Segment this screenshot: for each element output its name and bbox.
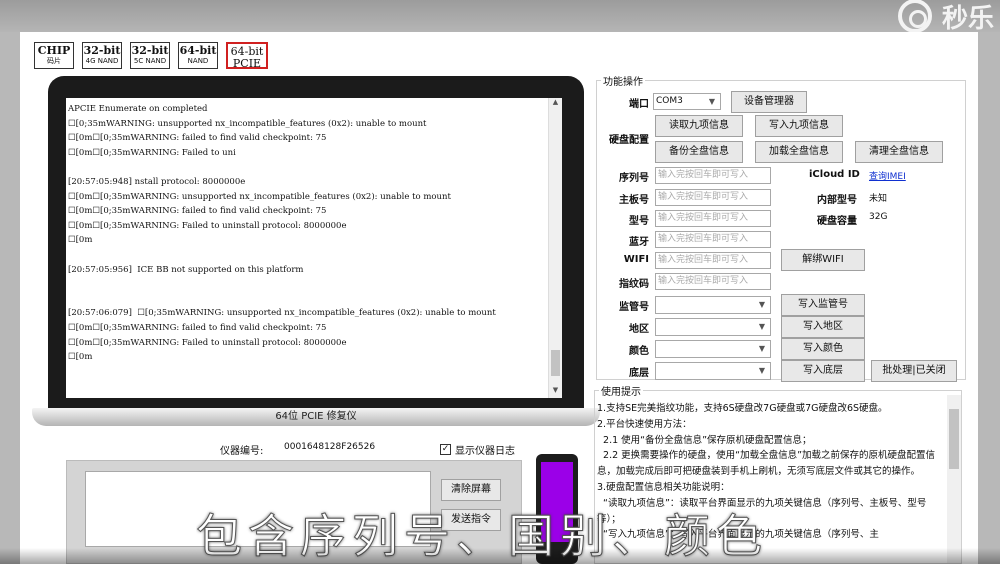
field-label-wifi: WIFI — [623, 254, 649, 265]
port-select-value: COM3 — [656, 96, 683, 106]
chip-option-chip[interactable]: CHIP 码片 — [34, 42, 74, 69]
color-select[interactable]: ▼ — [655, 340, 771, 358]
capacity-label: 硬盘容量 — [817, 216, 857, 227]
terminal-log[interactable]: APCIE Enumerate on completed ☐[0;35mWARN… — [66, 98, 562, 398]
chip-option-title: 32-bit — [83, 44, 121, 57]
chevron-down-icon: ▼ — [758, 344, 766, 353]
chip-option-subtitle: PCIE — [232, 57, 262, 70]
bluetooth-input[interactable]: 输入完按回车即可写入 — [655, 231, 771, 248]
internal-model-value: 未知 — [869, 194, 888, 204]
load-all-button[interactable]: 加载全盘信息 — [755, 141, 843, 163]
device-manager-button[interactable]: 设备管理器 — [731, 91, 807, 113]
board-input[interactable]: 输入完按回车即可写入 — [655, 189, 771, 206]
internal-model-label: 内部型号 — [817, 195, 857, 206]
serial-input[interactable]: 输入完按回车即可写入 — [655, 167, 771, 184]
chip-option-64bit-nand[interactable]: 64-bit NAND — [178, 42, 218, 69]
backup-all-button[interactable]: 备份全盘信息 — [655, 141, 743, 163]
chip-option-title: 32-bit — [131, 44, 169, 57]
watermark-text: 秒乐 — [941, 3, 994, 34]
scroll-down-icon[interactable]: ▼ — [549, 386, 562, 398]
chevron-down-icon: ▼ — [758, 322, 766, 331]
device-serial-value: 0001648128F26526 — [284, 442, 376, 452]
chip-option-subtitle: NAND — [187, 57, 209, 65]
region-select[interactable]: ▼ — [655, 318, 771, 336]
scroll-thumb[interactable] — [551, 350, 560, 376]
function-group-title: 功能操作 — [601, 73, 645, 88]
watermark: 秒乐 — [897, 0, 994, 34]
baseband-select[interactable]: ▼ — [655, 362, 771, 380]
terminal-log-text: APCIE Enumerate on completed ☐[0;35mWARN… — [68, 104, 496, 363]
video-subtitle: 包含序列号、国别、颜色 — [196, 509, 768, 564]
chip-option-32bit-4g[interactable]: 32-bit 4G NAND — [82, 42, 122, 69]
field-label-model: 型号 — [629, 216, 649, 227]
scroll-thumb[interactable] — [949, 409, 959, 469]
show-log-label: 显示仪器日志 — [455, 446, 515, 457]
tips-scrollbar[interactable] — [947, 395, 961, 563]
chip-option-subtitle: 4G NAND — [85, 57, 119, 65]
query-imei-link[interactable]: 查询IMEI — [869, 169, 906, 182]
chevron-down-icon: ▼ — [758, 366, 766, 375]
wifi-input[interactable]: 输入完按回车即可写入 — [655, 252, 771, 269]
port-label: 端口 — [629, 99, 649, 110]
field-label-serial: 序列号 — [619, 173, 649, 184]
laptop-base-label: 64位 PCIE 修复仪 — [32, 408, 600, 426]
chip-option-32bit-5c[interactable]: 32-bit 5C NAND — [130, 42, 170, 69]
read-nine-items-button[interactable]: 读取九项信息 — [655, 115, 743, 137]
function-operations-group: 功能操作 端口 COM3 ▼ 设备管理器 硬盘配置 读取九项信息 写入九项信息 … — [596, 73, 966, 382]
write-color-button[interactable]: 写入颜色 — [781, 338, 865, 360]
select-label-color: 颜色 — [629, 346, 649, 357]
port-select[interactable]: COM3 ▼ — [653, 93, 721, 110]
chip-option-title: CHIP — [37, 44, 71, 57]
usage-tips-title: 使用提示 — [599, 383, 643, 398]
device-serial-label: 仪器编号: — [220, 446, 264, 457]
chip-option-subtitle: 5C NAND — [133, 57, 167, 65]
select-label-baseband: 底层 — [629, 368, 649, 379]
write-nine-items-button[interactable]: 写入九项信息 — [755, 115, 843, 137]
batch-process-button[interactable]: 批处理|已关闭 — [871, 360, 957, 382]
select-label-regulator: 监管号 — [619, 302, 649, 313]
select-label-region: 地区 — [629, 324, 649, 335]
repair-tool-window: CHIP 码片 32-bit 4G NAND 32-bit 5C NAND 64… — [20, 32, 978, 564]
model-input[interactable]: 输入完按回车即可写入 — [655, 210, 771, 227]
terminal-scrollbar[interactable]: ▲ ▼ — [548, 98, 562, 398]
chip-type-selector: CHIP 码片 32-bit 4G NAND 32-bit 5C NAND 64… — [34, 42, 268, 69]
regulator-select[interactable]: ▼ — [655, 296, 771, 314]
scroll-up-icon[interactable]: ▲ — [549, 98, 562, 110]
field-label-board: 主板号 — [619, 195, 649, 206]
chip-option-subtitle: 码片 — [47, 57, 61, 65]
unbind-wifi-button[interactable]: 解绑WIFI — [781, 249, 865, 271]
clear-screen-button[interactable]: 清除屏幕 — [441, 479, 501, 501]
disk-config-label: 硬盘配置 — [609, 135, 649, 146]
write-regulator-button[interactable]: 写入监管号 — [781, 294, 865, 316]
watermark-logo-icon — [897, 0, 932, 33]
field-label-bluetooth: 蓝牙 — [629, 237, 649, 248]
chevron-down-icon: ▼ — [708, 97, 716, 106]
chevron-down-icon: ▼ — [758, 300, 766, 309]
show-log-toggle[interactable]: ✓ 显示仪器日志 — [440, 442, 515, 457]
video-top-bar: 秒乐 — [0, 0, 1000, 34]
icloud-label: iCloud ID — [809, 169, 860, 180]
device-info-row: 仪器编号: 0001648128F26526 ✓ 显示仪器日志 — [220, 442, 560, 458]
fingerprint-input[interactable]: 输入完按回车即可写入 — [655, 273, 771, 290]
chip-option-64bit-pcie-selected[interactable]: 64-bit PCIE — [226, 42, 268, 69]
clear-all-button[interactable]: 清理全盘信息 — [855, 141, 943, 163]
chip-option-title: 64-bit — [230, 45, 264, 58]
capacity-value: 32G — [869, 212, 888, 222]
show-log-checkbox[interactable]: ✓ — [440, 444, 451, 455]
write-region-button[interactable]: 写入地区 — [781, 316, 865, 338]
write-baseband-button[interactable]: 写入底层 — [781, 360, 865, 382]
field-label-fingerprint: 指纹码 — [619, 279, 649, 290]
chip-option-title: 64-bit — [179, 44, 217, 57]
